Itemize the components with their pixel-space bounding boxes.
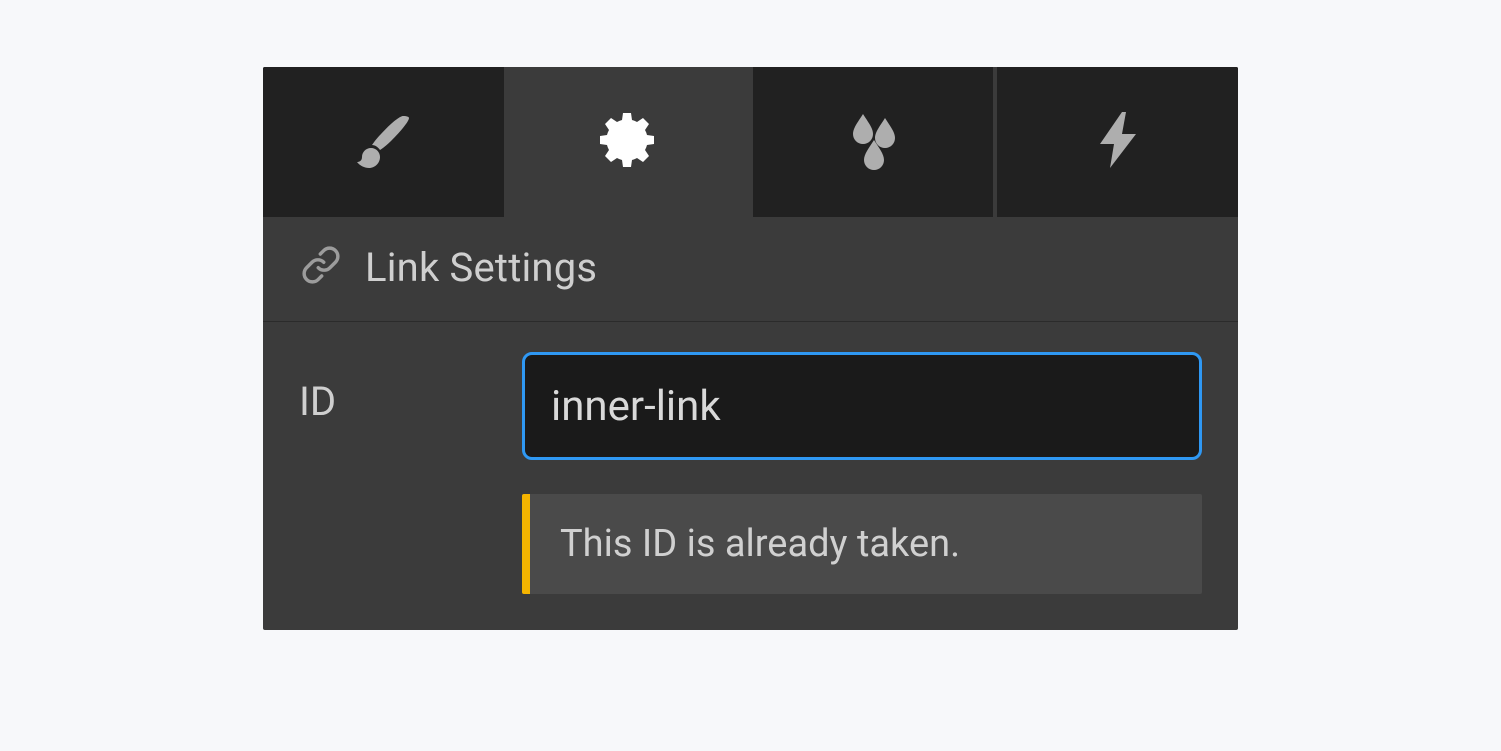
link-icon	[299, 243, 343, 291]
tab-effects[interactable]	[753, 67, 994, 217]
section-header: Link Settings	[263, 217, 1238, 322]
tab-settings[interactable]	[508, 67, 749, 217]
form-row-id: ID This ID is already taken.	[263, 322, 1238, 630]
id-input[interactable]	[522, 352, 1202, 460]
id-control-column: This ID is already taken.	[522, 352, 1202, 594]
tab-style[interactable]	[263, 67, 504, 217]
section-title: Link Settings	[365, 244, 597, 291]
tab-interactions[interactable]	[997, 67, 1238, 217]
brush-icon	[351, 108, 415, 176]
panel-tabbar	[263, 67, 1238, 217]
bolt-icon	[1086, 108, 1150, 176]
id-warning-message: This ID is already taken.	[522, 494, 1202, 594]
settings-panel: Link Settings ID This ID is already take…	[263, 67, 1238, 630]
droplets-icon	[841, 108, 905, 176]
id-label: ID	[299, 352, 502, 425]
gear-icon	[596, 108, 660, 176]
